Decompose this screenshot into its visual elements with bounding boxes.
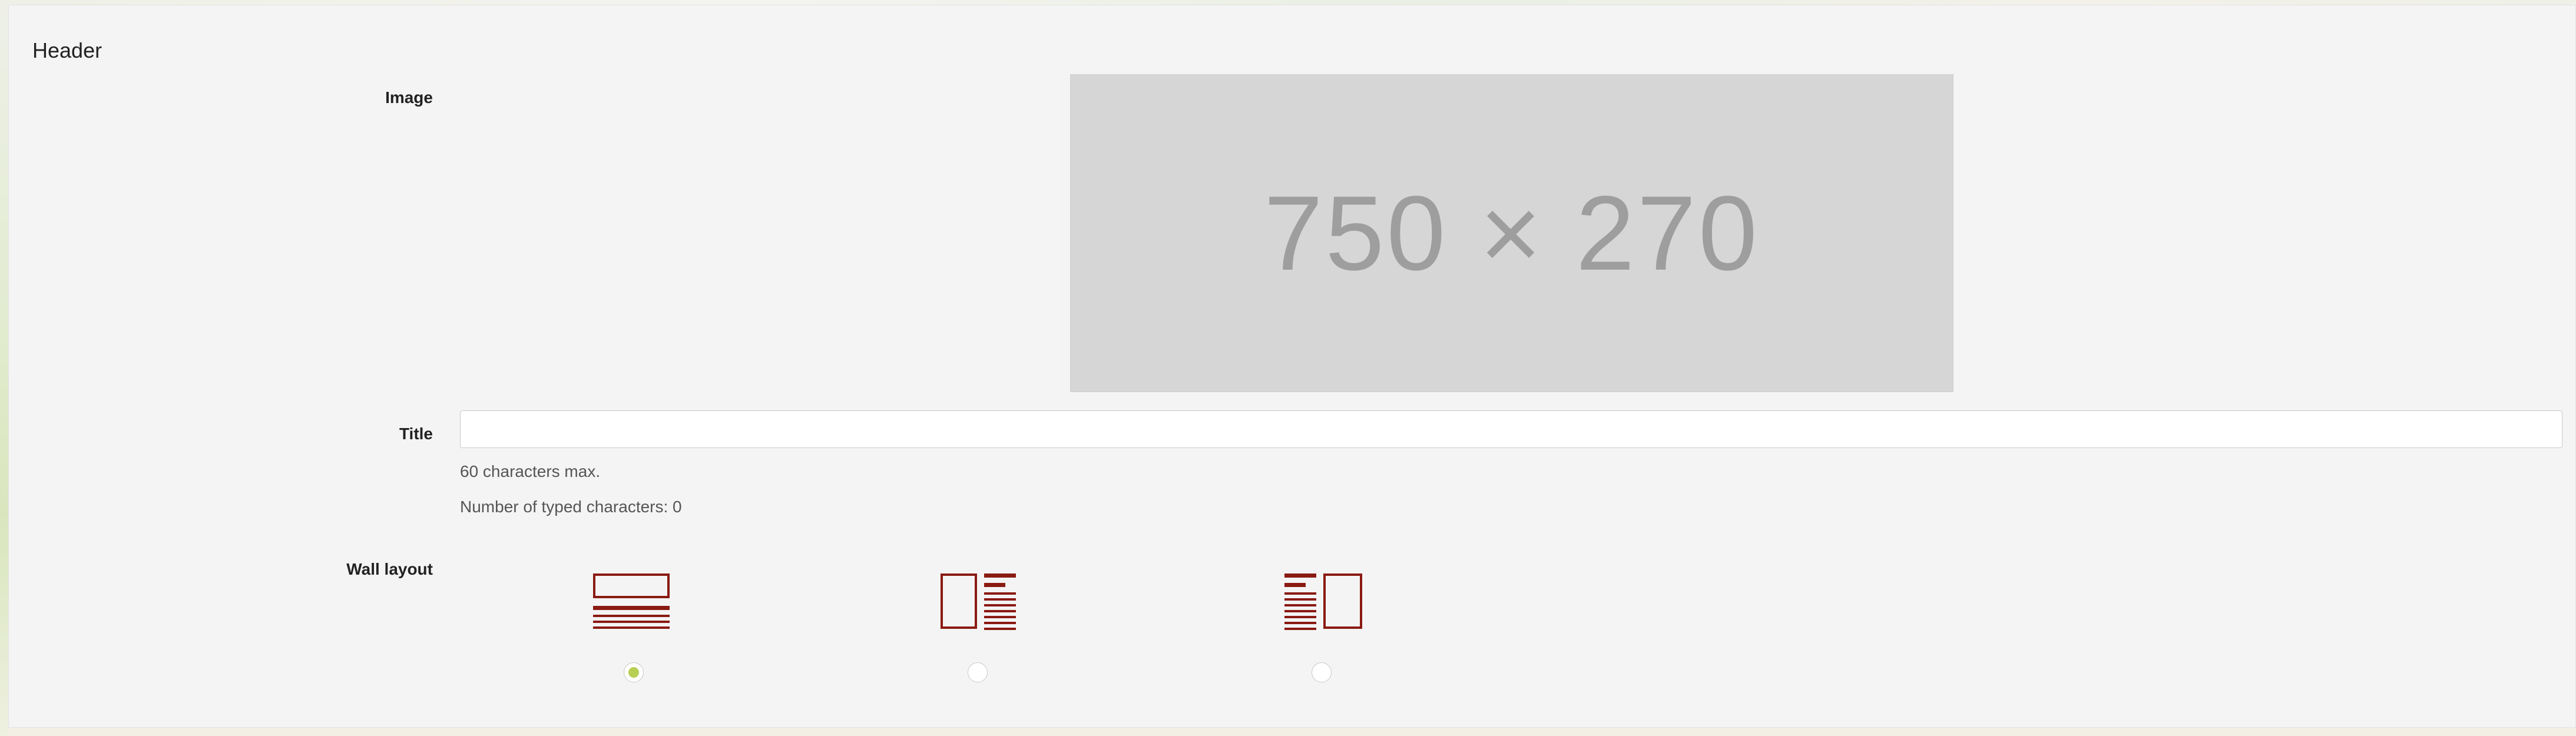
layout-icon-text-line — [984, 610, 1016, 612]
wall-layout-radio-3[interactable] — [1312, 662, 1332, 682]
layout-image-right-icon[interactable] — [1283, 572, 1366, 634]
section-title: Header — [32, 38, 102, 62]
layout-icon-text-line — [984, 592, 1016, 595]
title-help-text: 60 characters max. — [460, 462, 601, 480]
title-input[interactable] — [460, 410, 2562, 448]
image-placeholder-text: 750 × 270 — [1264, 174, 1760, 293]
layout-icon-text-line — [984, 583, 1005, 587]
layout-icon-text-line — [984, 573, 1016, 578]
header-panel: Header Image 750 × 270 Title 60 characte… — [8, 5, 2576, 728]
layout-icon-text-line — [1284, 604, 1316, 606]
layout-icon-text-line — [984, 628, 1016, 630]
typed-characters-counter: Number of typed characters: 0 — [460, 498, 682, 516]
layout-icon-text-line — [1284, 616, 1316, 618]
layout-icon-text-line — [1284, 610, 1316, 612]
layout-icon-image-block — [1323, 573, 1362, 629]
layout-icon-text-line — [593, 626, 670, 629]
layout-icon-text-line — [1284, 583, 1306, 587]
layout-icon-text-line — [984, 616, 1016, 618]
background-left-strip — [0, 0, 8, 736]
layout-icon-text-line — [984, 598, 1016, 601]
layout-icon-text-line — [593, 606, 670, 610]
layout-icon-text-line — [1284, 592, 1316, 595]
wall-layout-radio-1[interactable] — [624, 662, 644, 682]
layout-icon-text-line — [1284, 573, 1316, 578]
image-label: Image — [385, 88, 433, 107]
title-label: Title — [399, 425, 433, 443]
layout-icon-text-line — [984, 622, 1016, 624]
layout-icon-text-line — [1284, 622, 1316, 624]
image-placeholder[interactable]: 750 × 270 — [1070, 74, 1953, 392]
layout-image-left-icon[interactable] — [939, 572, 1022, 634]
layout-icon-text-line — [593, 615, 670, 617]
layout-icon-text-line — [984, 604, 1016, 606]
layout-icon-text-line — [1284, 598, 1316, 601]
wall-layout-label: Wall layout — [346, 560, 433, 578]
layout-icon-text-line — [1284, 628, 1316, 630]
layout-image-top-icon[interactable] — [592, 572, 674, 634]
wall-layout-radio-2[interactable] — [968, 662, 988, 682]
layout-icon-image-block — [593, 573, 670, 598]
layout-icon-image-block — [941, 573, 977, 629]
layout-icon-text-line — [593, 621, 670, 623]
